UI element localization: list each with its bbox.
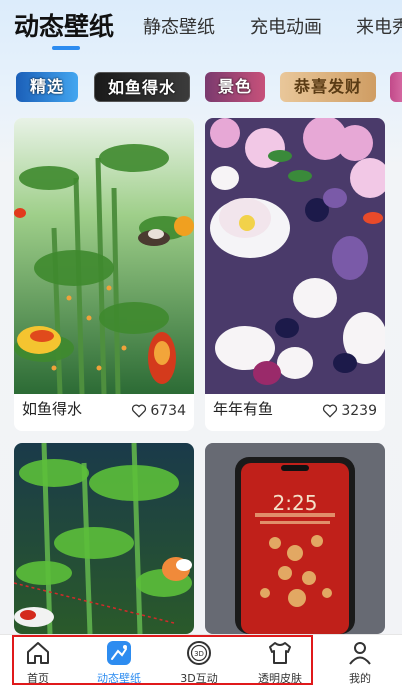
bottom-navigation: 首页 动态壁纸 3D 3D互动 透明皮肤 我的 [0, 634, 402, 694]
chip-featured[interactable]: 精选 [16, 72, 78, 102]
nav-label: 透明皮肤 [258, 672, 302, 685]
chip-label: 景色 [217, 77, 252, 96]
card-likes[interactable]: 3239 [322, 403, 377, 419]
category-chips: 精选 如鱼得水 景色 恭喜发财 [0, 72, 402, 104]
card-title: 年年有鱼 [213, 400, 274, 418]
nav-label: 首页 [27, 672, 49, 685]
chip-scenery[interactable]: 景色 [205, 72, 265, 102]
wallpaper-card[interactable] [14, 443, 194, 634]
nav-home[interactable]: 首页 [8, 639, 68, 686]
chip-more[interactable] [390, 72, 402, 102]
wallpaper-thumbnail-bamboo-fish [14, 443, 194, 634]
wallpaper-card[interactable]: 年年有鱼 3239 [205, 118, 385, 431]
tab-call-show[interactable]: 来电秀 [356, 13, 402, 39]
nav-transparent-skin[interactable]: 透明皮肤 [250, 639, 310, 686]
nav-dynamic-wallpaper[interactable]: 动态壁纸 [89, 639, 149, 686]
tshirt-icon [269, 642, 291, 664]
home-icon [27, 642, 49, 664]
nav-label: 动态壁纸 [97, 672, 141, 685]
wallpaper-thumbnail-pebbles [205, 118, 385, 394]
nav-label: 3D互动 [180, 672, 218, 685]
likes-count: 6734 [150, 403, 186, 419]
phone-clock-text: 2:25 [272, 491, 318, 515]
wallpaper-thumbnail-bamboo [14, 118, 194, 394]
heart-icon [132, 404, 147, 418]
tab-dynamic-wallpaper[interactable]: 动态壁纸 [14, 7, 114, 43]
chip-label: 如鱼得水 [107, 78, 176, 97]
wallpaper-card[interactable]: 2:25 [205, 443, 385, 634]
chip-fish[interactable]: 如鱼得水 [94, 72, 190, 102]
tab-static-wallpaper[interactable]: 静态壁纸 [143, 13, 215, 39]
card-title: 如鱼得水 [22, 400, 83, 418]
svg-text:3D: 3D [194, 650, 204, 658]
chip-label: 精选 [29, 77, 64, 96]
person-icon [349, 642, 371, 665]
3d-icon: 3D [187, 641, 211, 665]
active-tab-indicator [52, 46, 80, 50]
wallpaper-thumbnail-phone [205, 443, 385, 634]
nav-profile[interactable]: 我的 [330, 639, 390, 686]
nav-3d-interactive[interactable]: 3D 3D互动 [169, 639, 229, 686]
chip-fortune[interactable]: 恭喜发财 [280, 72, 376, 102]
chip-label: 恭喜发财 [293, 77, 362, 96]
likes-count: 3239 [341, 403, 377, 419]
tab-charging-animation[interactable]: 充电动画 [250, 13, 322, 39]
top-tabs: 动态壁纸 静态壁纸 充电动画 来电秀 [0, 0, 402, 60]
card-likes[interactable]: 6734 [131, 403, 186, 419]
dynamic-wallpaper-icon [107, 641, 131, 665]
heart-icon [323, 404, 338, 418]
wallpaper-card[interactable]: 如鱼得水 6734 [14, 118, 194, 431]
nav-label: 我的 [349, 672, 371, 685]
